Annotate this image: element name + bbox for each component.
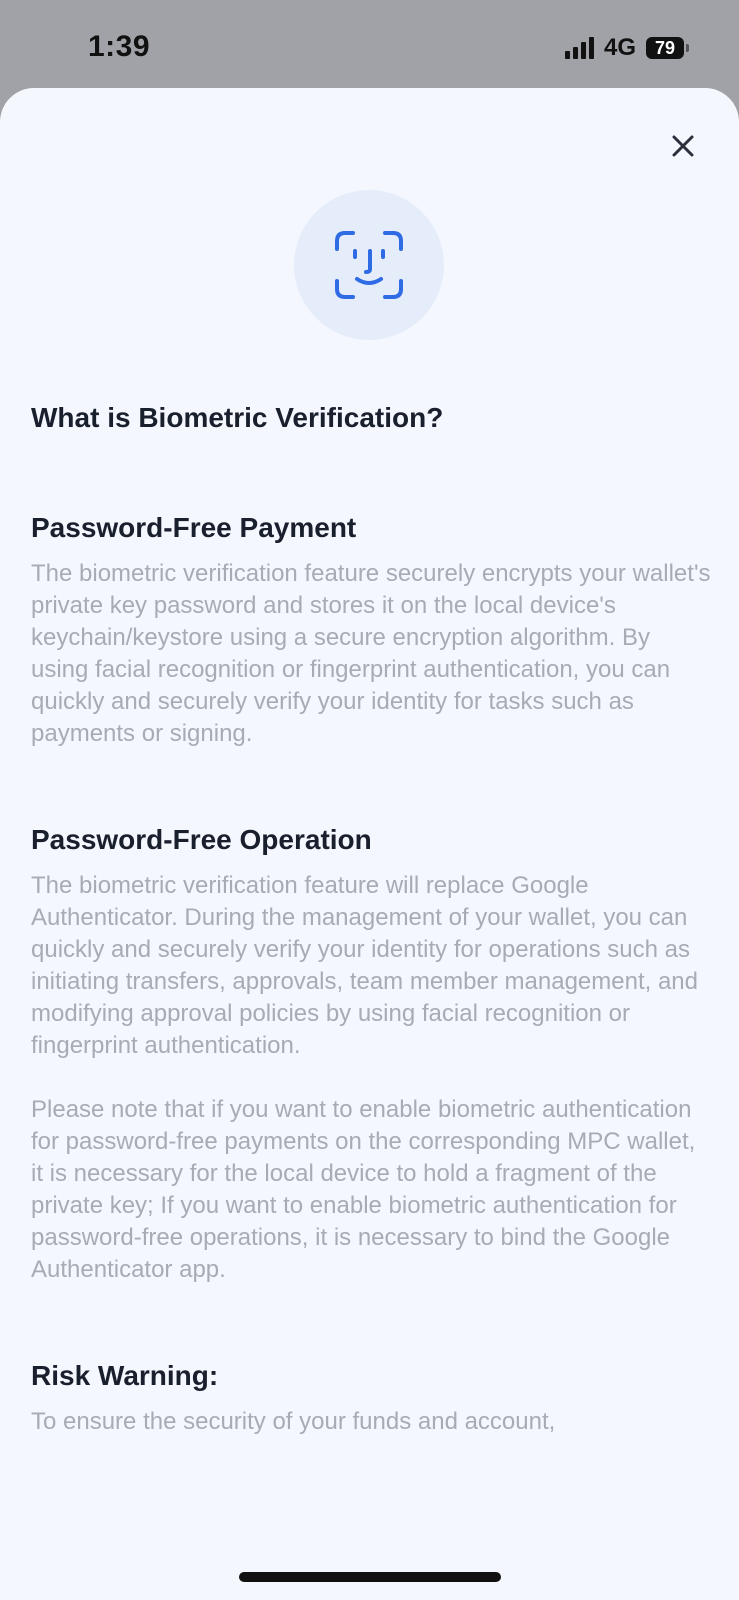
network-type: 4G: [603, 34, 636, 61]
signal-icon: [564, 37, 594, 59]
status-indicators: 4G 79: [564, 34, 689, 62]
bottom-sheet: What is Biometric Verification? Password…: [0, 88, 739, 1600]
status-time: 1:39: [88, 30, 151, 63]
battery-icon: 79: [646, 37, 689, 59]
sheet-content: What is Biometric Verification? Password…: [31, 398, 711, 1438]
status-bar: 1:39 4G 79: [0, 0, 739, 90]
battery-level: 79: [646, 37, 684, 59]
section-note-operation: Please note that if you want to enable b…: [31, 1096, 696, 1283]
face-id-icon: [335, 231, 403, 299]
section-body-operation: The biometric verification feature will …: [31, 872, 698, 1059]
close-button[interactable]: [665, 128, 701, 164]
section-title-payment: Password-Free Payment: [31, 512, 357, 543]
section-title-risk: Risk Warning:: [31, 1360, 219, 1391]
home-indicator: [239, 1572, 501, 1582]
close-icon: [672, 135, 694, 157]
section-title-operation: Password-Free Operation: [31, 824, 372, 855]
section-body-payment: The biometric verification feature secur…: [31, 560, 711, 747]
section-body-risk: To ensure the security of your funds and…: [31, 1408, 556, 1435]
page-title: What is Biometric Verification?: [31, 402, 444, 433]
face-id-badge: [294, 190, 444, 340]
